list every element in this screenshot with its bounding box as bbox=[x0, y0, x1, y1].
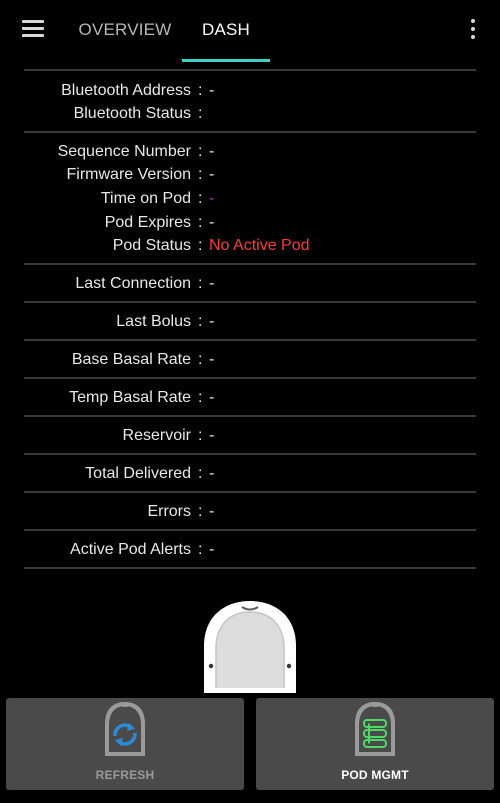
temp-basal-rate-value: - bbox=[209, 389, 215, 406]
separator: : bbox=[198, 166, 203, 183]
more-vert-icon[interactable] bbox=[460, 14, 486, 46]
row-errors: Errors : - bbox=[0, 500, 500, 523]
bluetooth-status-label: Bluetooth Status bbox=[73, 105, 191, 122]
pod-mgmt-button-label: POD MGMT bbox=[341, 768, 409, 782]
bluetooth-address-label: Bluetooth Address bbox=[61, 82, 191, 99]
errors-value: - bbox=[209, 503, 215, 520]
active-pod-alerts-label: Active Pod Alerts bbox=[70, 541, 191, 558]
refresh-icon bbox=[105, 702, 145, 756]
refresh-button[interactable]: REFRESH bbox=[6, 698, 244, 790]
row-firmware-version: Firmware Version : - bbox=[0, 163, 500, 186]
firmware-version-label: Firmware Version bbox=[66, 166, 191, 183]
last-bolus-value: - bbox=[209, 313, 215, 330]
pod-expires-value: - bbox=[209, 214, 215, 231]
temp-basal-rate-label: Temp Basal Rate bbox=[69, 389, 191, 406]
row-bluetooth-address: Bluetooth Address : - bbox=[0, 79, 500, 102]
row-active-pod-alerts: Active Pod Alerts : - bbox=[0, 538, 500, 561]
divider bbox=[24, 263, 476, 265]
last-bolus-label: Last Bolus bbox=[116, 313, 191, 330]
bluetooth-address-value: - bbox=[209, 82, 215, 99]
pod-status-label: Pod Status bbox=[112, 237, 191, 254]
time-on-pod-value: - bbox=[209, 190, 215, 207]
pod-status-value: No Active Pod bbox=[209, 237, 310, 254]
separator: : bbox=[198, 82, 203, 99]
separator: : bbox=[198, 389, 203, 406]
row-last-bolus: Last Bolus : - bbox=[0, 310, 500, 333]
divider bbox=[24, 339, 476, 341]
total-delivered-label: Total Delivered bbox=[85, 465, 191, 482]
top-app-bar: OVERVIEW DASH bbox=[0, 0, 500, 62]
last-connection-value: - bbox=[209, 275, 215, 292]
reservoir-label: Reservoir bbox=[122, 427, 191, 444]
sequence-number-value: - bbox=[209, 143, 215, 160]
pod-management-icon bbox=[355, 702, 395, 756]
reservoir-value: - bbox=[209, 427, 215, 444]
active-tab-indicator bbox=[182, 59, 270, 62]
tab-dash[interactable]: DASH bbox=[182, 0, 270, 62]
divider bbox=[24, 301, 476, 303]
divider bbox=[24, 567, 476, 569]
row-sequence-number: Sequence Number : - bbox=[0, 140, 500, 163]
row-temp-basal-rate: Temp Basal Rate : - bbox=[0, 386, 500, 409]
separator: : bbox=[198, 351, 203, 368]
row-bluetooth-status: Bluetooth Status : bbox=[0, 102, 500, 125]
divider bbox=[24, 529, 476, 531]
separator: : bbox=[198, 143, 203, 160]
sequence-number-label: Sequence Number bbox=[57, 143, 191, 160]
total-delivered-value: - bbox=[209, 465, 215, 482]
row-pod-status: Pod Status : No Active Pod bbox=[0, 234, 500, 257]
pod-icon bbox=[204, 601, 296, 693]
errors-label: Errors bbox=[147, 503, 191, 520]
base-basal-rate-label: Base Basal Rate bbox=[71, 351, 191, 368]
divider bbox=[24, 131, 476, 133]
row-base-basal-rate: Base Basal Rate : - bbox=[0, 348, 500, 371]
divider bbox=[24, 69, 476, 71]
separator: : bbox=[198, 237, 203, 254]
separator: : bbox=[198, 105, 203, 122]
base-basal-rate-value: - bbox=[209, 351, 215, 368]
divider bbox=[24, 453, 476, 455]
row-time-on-pod: Time on Pod : - bbox=[0, 187, 500, 210]
pod-mgmt-button[interactable]: POD MGMT bbox=[256, 698, 494, 790]
separator: : bbox=[198, 503, 203, 520]
separator: : bbox=[198, 427, 203, 444]
separator: : bbox=[198, 465, 203, 482]
hamburger-menu-icon[interactable] bbox=[18, 16, 50, 44]
refresh-button-label: REFRESH bbox=[95, 768, 155, 782]
divider bbox=[24, 415, 476, 417]
separator: : bbox=[198, 214, 203, 231]
divider bbox=[24, 377, 476, 379]
firmware-version-value: - bbox=[209, 166, 215, 183]
separator: : bbox=[198, 541, 203, 558]
separator: : bbox=[198, 190, 203, 207]
separator: : bbox=[198, 275, 203, 292]
separator: : bbox=[198, 313, 203, 330]
last-connection-label: Last Connection bbox=[75, 275, 191, 292]
row-pod-expires: Pod Expires : - bbox=[0, 211, 500, 234]
row-total-delivered: Total Delivered : - bbox=[0, 462, 500, 485]
tab-overview[interactable]: OVERVIEW bbox=[66, 0, 184, 62]
time-on-pod-label: Time on Pod bbox=[100, 190, 191, 207]
active-pod-alerts-value: - bbox=[209, 541, 215, 558]
row-last-connection: Last Connection : - bbox=[0, 272, 500, 295]
divider bbox=[24, 491, 476, 493]
pod-expires-label: Pod Expires bbox=[104, 214, 191, 231]
row-reservoir: Reservoir : - bbox=[0, 424, 500, 447]
